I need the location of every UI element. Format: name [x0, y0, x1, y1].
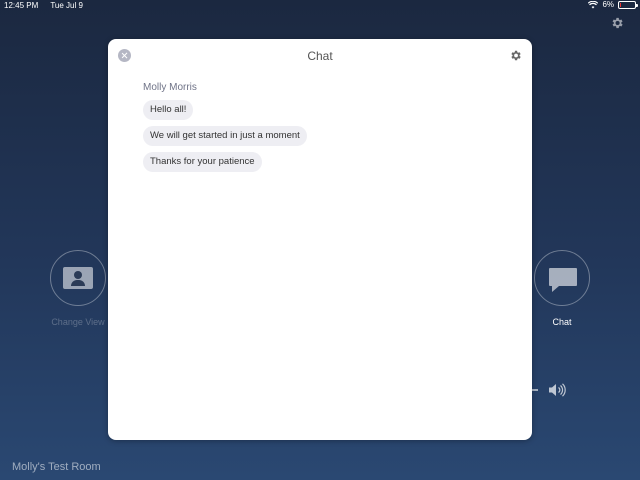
status-left: 12:45 PM Tue Jul 9 [4, 1, 93, 10]
battery-fill [620, 2, 621, 7]
gear-icon[interactable] [509, 49, 522, 62]
message-bubble: We will get started in just a moment [143, 126, 307, 146]
change-view-button[interactable] [50, 250, 106, 306]
chat-button[interactable] [534, 250, 590, 306]
room-name: Molly's Test Room [12, 461, 101, 473]
status-bar: 12:45 PM Tue Jul 9 6% [0, 0, 640, 12]
volume-slider[interactable] [532, 389, 538, 391]
battery-icon [618, 0, 638, 9]
wifi-icon [588, 0, 599, 8]
modal-title: Chat [307, 49, 333, 63]
chat-icon [549, 268, 577, 292]
message-sender: Molly Morris [143, 82, 197, 93]
status-time: 12:45 PM [4, 1, 39, 10]
message-bubble: Hello all! [143, 100, 194, 120]
chat-modal: Chat Molly Morris Hello all! We will get… [108, 39, 532, 440]
message-list: Hello all! We will get started in just a… [143, 100, 307, 172]
change-view-icon [63, 267, 93, 289]
gear-icon[interactable] [610, 16, 624, 30]
battery-percent: 6% [602, 0, 614, 9]
status-date: Tue Jul 9 [50, 1, 83, 10]
speaker-icon[interactable] [548, 383, 568, 397]
status-right: 6% [588, 0, 638, 9]
message-bubble: Thanks for your patience [143, 152, 262, 172]
